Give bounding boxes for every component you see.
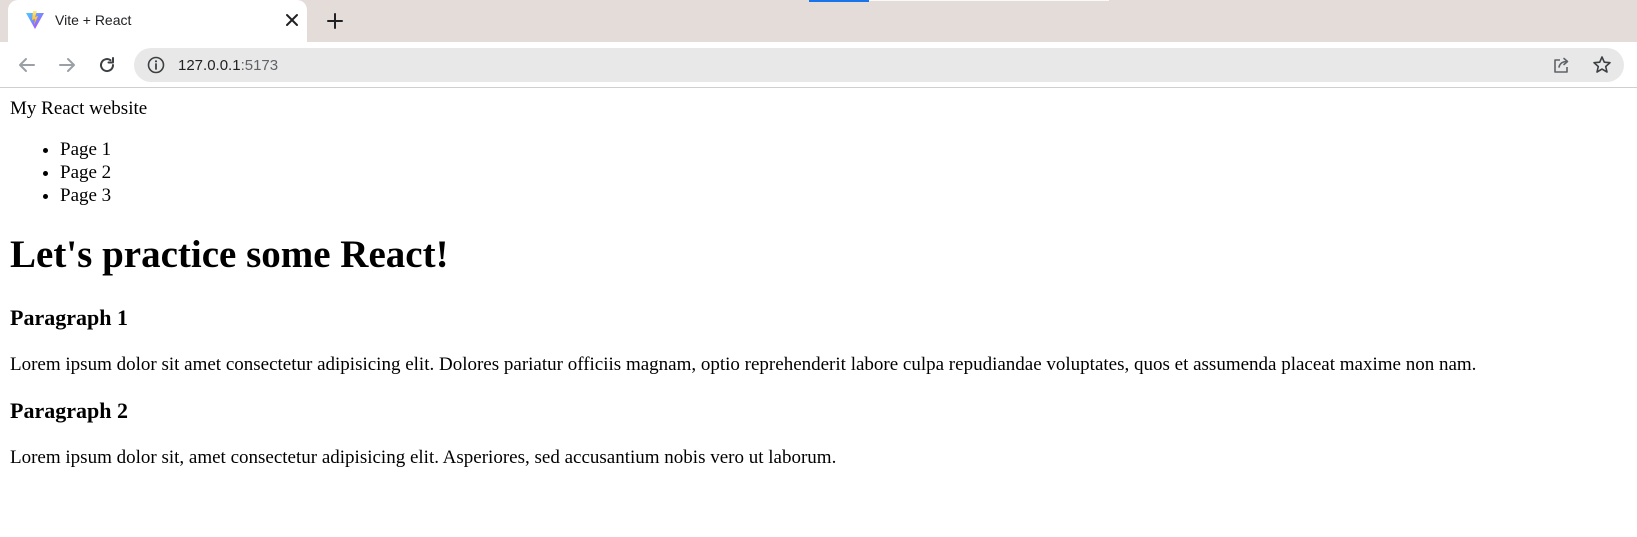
address-bar[interactable]: 127.0.0.1:5173 bbox=[134, 48, 1624, 82]
section-text-1: Lorem ipsum dolor sit amet consectetur a… bbox=[10, 354, 1477, 375]
url-host: 127.0.0.1 bbox=[178, 57, 241, 74]
reload-button[interactable] bbox=[94, 52, 120, 78]
tab-title: Vite + React bbox=[55, 12, 132, 28]
star-icon[interactable] bbox=[1592, 55, 1612, 75]
vite-logo-icon bbox=[26, 11, 44, 29]
tab-strip-highlight bbox=[869, 0, 1109, 1]
url-port: :5173 bbox=[240, 57, 279, 74]
nav-item-page-2: Page 2 bbox=[60, 161, 1627, 184]
forward-button[interactable] bbox=[54, 52, 80, 78]
share-icon[interactable] bbox=[1552, 55, 1572, 75]
arrow-left-icon bbox=[19, 58, 35, 72]
tab-strip: Vite + React bbox=[0, 0, 1637, 42]
tab-strip-accent bbox=[809, 0, 869, 2]
page-content: My React website Page 1 Page 2 Page 3 Le… bbox=[0, 88, 1637, 537]
page-title: Let's practice some React! bbox=[10, 233, 449, 276]
nav-item-page-3: Page 3 bbox=[60, 184, 1627, 207]
nav-item-page-1: Page 1 bbox=[60, 138, 1627, 161]
info-icon[interactable] bbox=[147, 56, 165, 74]
url-text[interactable]: 127.0.0.1:5173 bbox=[178, 57, 278, 74]
arrow-right-icon bbox=[59, 58, 75, 72]
new-tab-button[interactable] bbox=[324, 10, 346, 32]
nav-list: Page 1 Page 2 Page 3 bbox=[10, 138, 1627, 207]
section-text-2: Lorem ipsum dolor sit, amet consectetur … bbox=[10, 447, 837, 468]
section-heading-2: Paragraph 2 bbox=[10, 398, 128, 423]
reload-icon bbox=[100, 57, 115, 73]
close-icon[interactable] bbox=[283, 11, 301, 29]
browser-tab[interactable]: Vite + React bbox=[8, 0, 307, 42]
browser-toolbar: 127.0.0.1:5173 bbox=[0, 42, 1637, 88]
site-name: My React website bbox=[10, 98, 148, 119]
back-button[interactable] bbox=[14, 52, 40, 78]
section-heading-1: Paragraph 1 bbox=[10, 305, 128, 330]
plus-icon bbox=[327, 13, 343, 29]
